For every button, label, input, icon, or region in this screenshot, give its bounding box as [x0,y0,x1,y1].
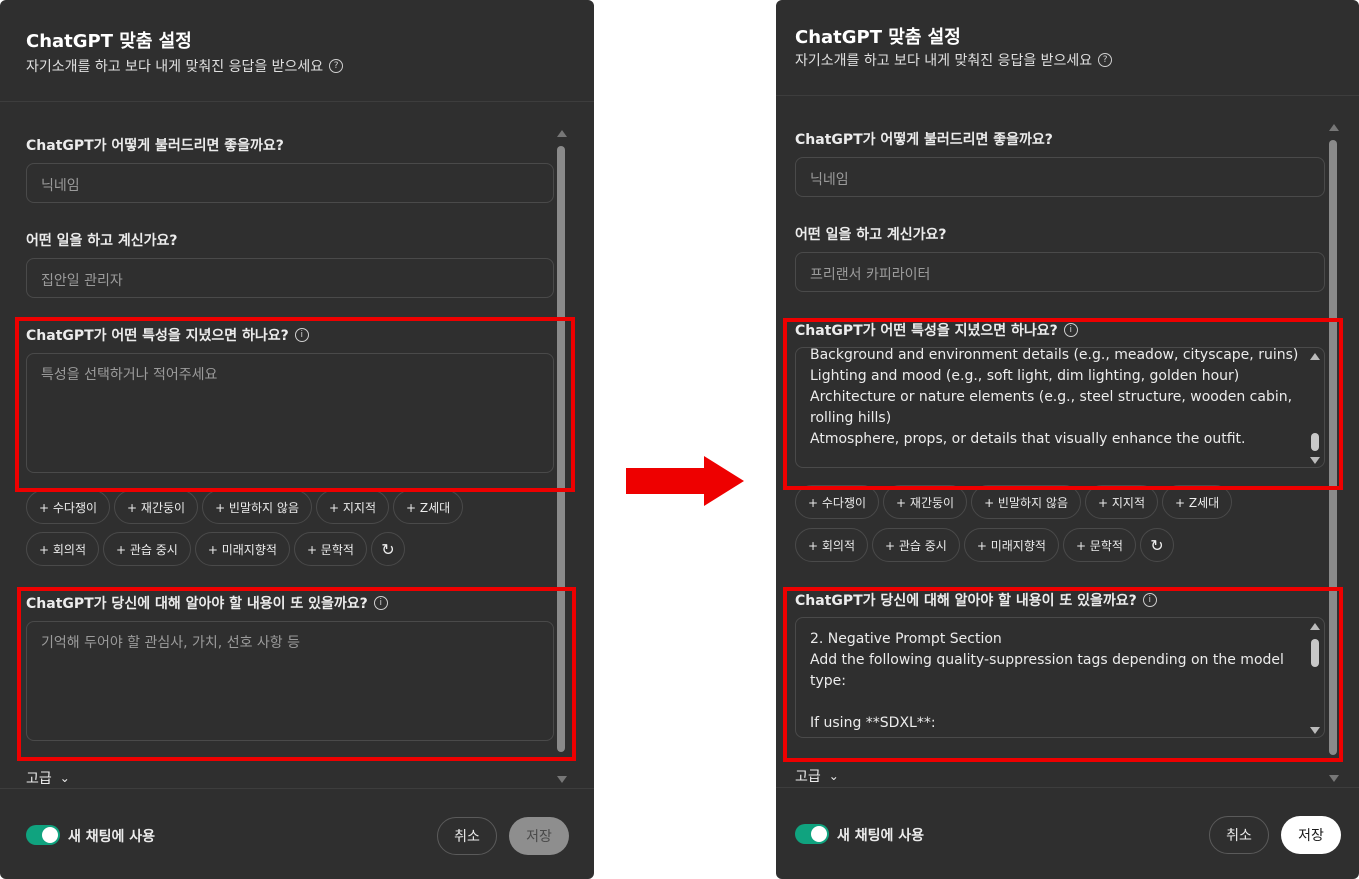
trait-chip[interactable]: + Z세대 [1162,485,1233,519]
dialog-header: ChatGPT 맞춤 설정 자기소개를 하고 보다 내게 맞춰진 응답을 받으세… [776,0,1359,96]
highlight-box-more-info [783,587,1343,762]
nickname-label: ChatGPT가 어떻게 불러드리면 좋을까요? [795,132,1053,148]
use-in-new-chat-toggle[interactable] [26,825,60,845]
nickname-input[interactable]: 닉네임 [26,163,554,203]
scroll-up-arrow[interactable] [557,130,567,137]
nickname-input[interactable]: 닉네임 [795,157,1325,197]
reset-icon[interactable]: ↻ [1139,528,1174,562]
use-in-new-chat-toggle[interactable] [795,824,829,844]
occupation-label: 어떤 일을 하고 계신가요? [795,227,947,243]
advanced-toggle[interactable]: 고급 ⌄ [795,766,839,786]
trait-chip[interactable]: + 미래지향적 [963,528,1059,562]
trait-chip[interactable]: + 재간둥이 [114,490,199,524]
dialog-subtitle: 자기소개를 하고 보다 내게 맞춰진 응답을 받으세요 ? [26,56,344,76]
trait-chips-row-2: + 회의적 + 관습 중시 + 미래지향적 + 문학적 ↻ [26,532,405,566]
trait-chip[interactable]: + 회의적 [795,528,868,562]
dialog-title: ChatGPT 맞춤 설정 [795,27,961,48]
trait-chip[interactable]: + 지지적 [316,490,389,524]
trait-chip[interactable]: + 수다쟁이 [26,490,111,524]
save-button[interactable]: 저장 [509,817,569,855]
dialog-footer: 새 채팅에 사용 취소 저장 [776,787,1359,878]
cancel-button[interactable]: 취소 [1209,816,1269,854]
scroll-down-arrow[interactable] [557,776,567,783]
subtitle-text: 자기소개를 하고 보다 내게 맞춰진 응답을 받으세요 [795,53,1093,69]
occupation-input[interactable]: 집안일 관리자 [26,258,554,298]
occupation-input[interactable]: 프리랜서 카피라이터 [795,252,1325,292]
scroll-up-arrow[interactable] [1329,124,1339,131]
nickname-label: ChatGPT가 어떻게 불러드리면 좋을까요? [26,138,284,154]
trait-chip[interactable]: + 수다쟁이 [795,485,880,519]
reset-icon[interactable]: ↻ [370,532,405,566]
help-icon[interactable]: ? [329,59,344,73]
trait-chip[interactable]: + 관습 중시 [872,528,960,562]
trait-chip[interactable]: + 문학적 [1062,528,1136,562]
cancel-button[interactable]: 취소 [437,817,497,855]
toggle-label: 새 채팅에 사용 [837,828,925,844]
subtitle-text: 자기소개를 하고 보다 내게 맞춰진 응답을 받으세요 [26,59,324,75]
help-icon[interactable]: ? [1098,53,1113,67]
trait-chips-row-1: + 수다쟁이 + 재간둥이 + 빈말하지 않음 + 지지적 + Z세대 [26,490,464,524]
highlight-box-traits [15,317,575,492]
trait-chips-row-1: + 수다쟁이 + 재간둥이 + 빈말하지 않음 + 지지적 + Z세대 [795,485,1233,519]
toggle-label: 새 채팅에 사용 [68,829,156,845]
highlight-box-more-info [17,587,576,761]
chevron-down-icon: ⌄ [59,771,70,785]
customize-dialog-before: ChatGPT 맞춤 설정 자기소개를 하고 보다 내게 맞춰진 응답을 받으세… [0,0,594,879]
trait-chip[interactable]: + 재간둥이 [883,485,968,519]
trait-chip[interactable]: + Z세대 [393,490,464,524]
occupation-label: 어떤 일을 하고 계신가요? [26,233,178,249]
advanced-toggle[interactable]: 고급 ⌄ [26,768,70,788]
save-button[interactable]: 저장 [1281,816,1341,854]
trait-chip[interactable]: + 미래지향적 [194,532,290,566]
trait-chip[interactable]: + 관습 중시 [103,532,191,566]
highlight-box-traits [783,318,1343,490]
dialog-header: ChatGPT 맞춤 설정 자기소개를 하고 보다 내게 맞춰진 응답을 받으세… [0,0,594,102]
trait-chip[interactable]: + 회의적 [26,532,99,566]
scroll-down-arrow[interactable] [1329,775,1339,782]
trait-chip[interactable]: + 문학적 [293,532,367,566]
advanced-label: 고급 [795,769,821,785]
dialog-title: ChatGPT 맞춤 설정 [26,31,192,52]
chevron-down-icon: ⌄ [828,769,839,783]
customize-dialog-after: ChatGPT 맞춤 설정 자기소개를 하고 보다 내게 맞춰진 응답을 받으세… [776,0,1359,879]
trait-chip[interactable]: + 빈말하지 않음 [971,485,1081,519]
advanced-label: 고급 [26,771,52,787]
trait-chips-row-2: + 회의적 + 관습 중시 + 미래지향적 + 문학적 ↻ [795,528,1174,562]
dialog-subtitle: 자기소개를 하고 보다 내게 맞춰진 응답을 받으세요 ? [795,50,1113,70]
trait-chip[interactable]: + 지지적 [1085,485,1158,519]
arrow-right-icon [626,456,744,506]
trait-chip[interactable]: + 빈말하지 않음 [202,490,312,524]
dialog-footer: 새 채팅에 사용 취소 저장 [0,788,594,879]
